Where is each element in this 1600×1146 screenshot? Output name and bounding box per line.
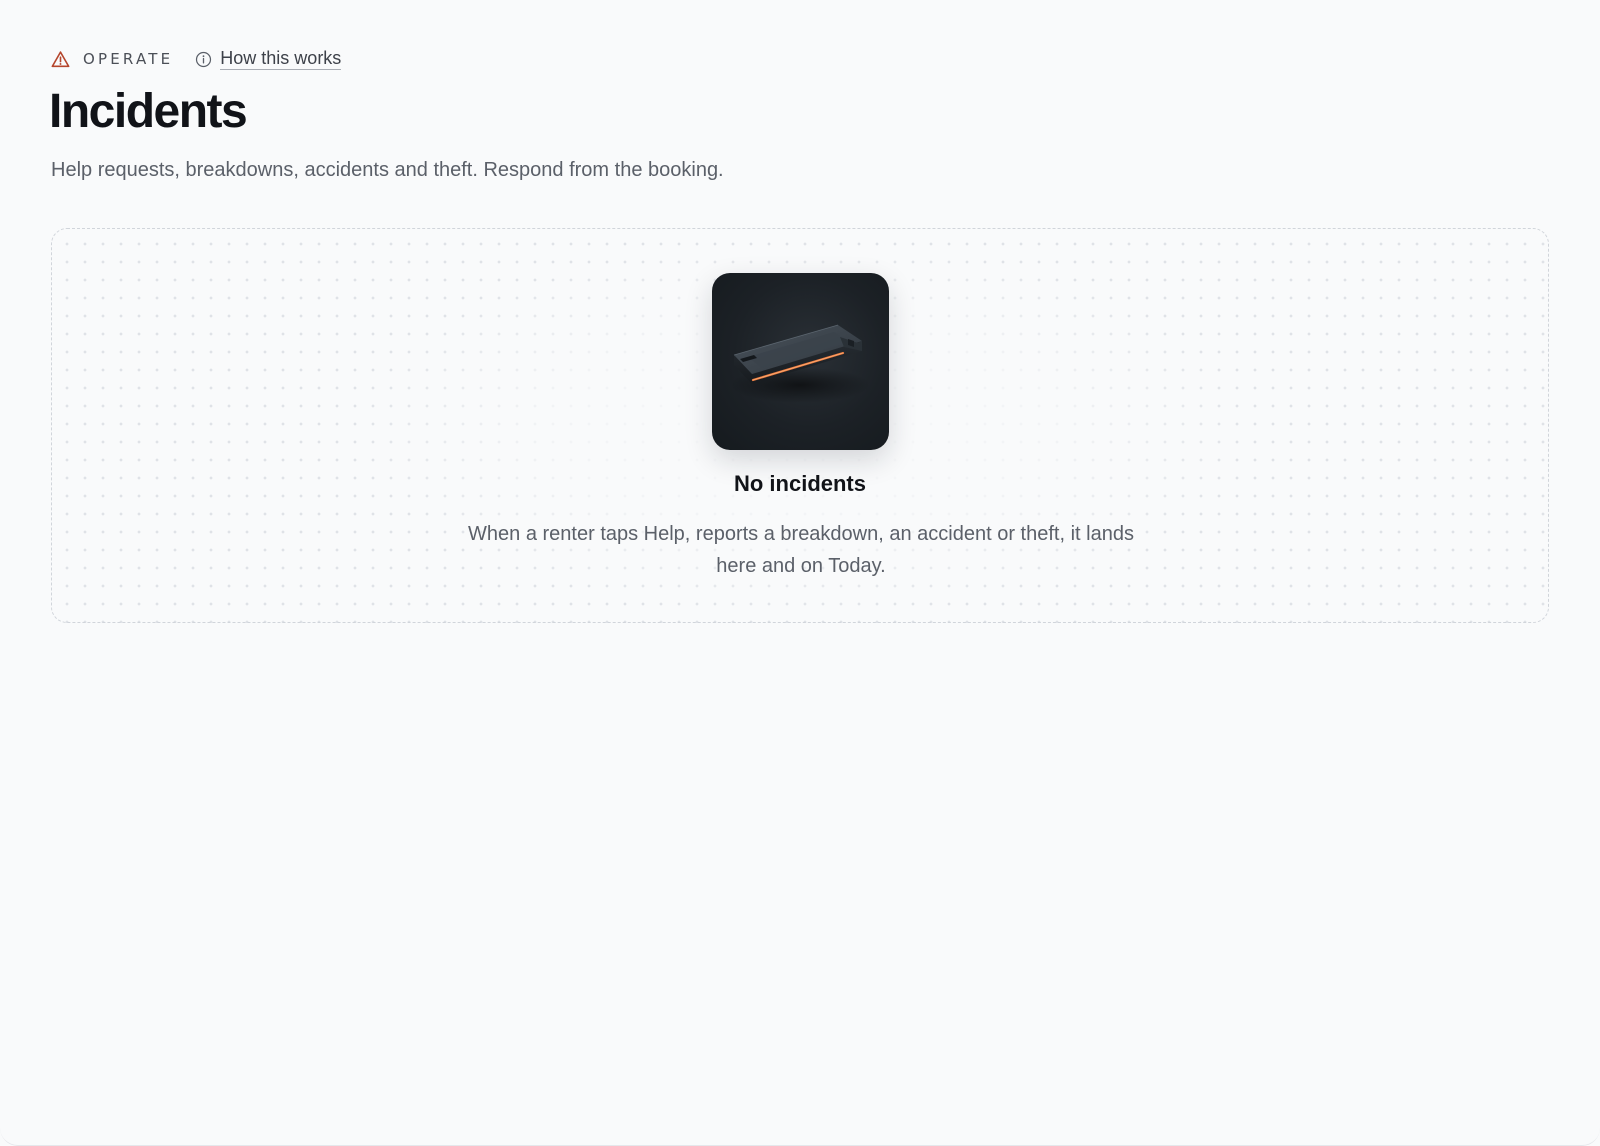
empty-state-card: No incidents When a renter taps Help, re… — [51, 228, 1549, 623]
section-label: OPERATE — [83, 50, 174, 68]
page-title: Incidents — [49, 85, 248, 138]
incidents-page: OPERATE How this works Incidents Help re… — [0, 0, 1600, 1146]
page-eyebrow: OPERATE How this works — [51, 47, 342, 71]
how-this-works-label[interactable]: How this works — [220, 48, 342, 70]
page-bottom-edge — [0, 1123, 1600, 1146]
warning-icon — [51, 50, 70, 69]
how-this-works-link[interactable]: How this works — [195, 48, 342, 70]
device-illustration — [712, 273, 889, 450]
info-icon — [195, 51, 212, 68]
empty-state-title: No incidents — [733, 471, 866, 496]
page-subtitle: Help requests, breakdowns, accidents and… — [51, 159, 724, 181]
empty-state-description: When a renter taps Help, reports a break… — [468, 523, 1134, 577]
